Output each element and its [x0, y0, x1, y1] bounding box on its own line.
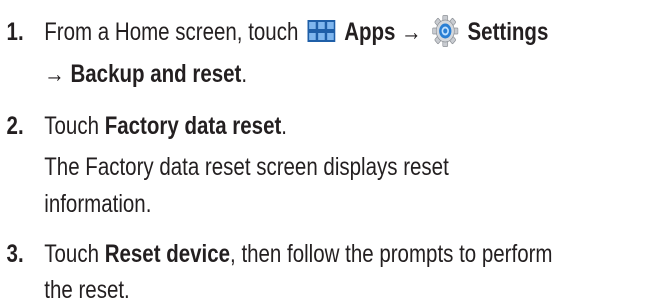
period: . — [241, 60, 248, 88]
reset-device-label: Reset device — [104, 240, 231, 268]
step-3-prefix: Touch — [44, 240, 99, 268]
instruction-document: 1. From a Home screen, touch Apps → Sett… — [0, 0, 667, 308]
step-3-suffix: , then follow the prompts to perform — [230, 240, 553, 268]
apps-grid-icon — [307, 20, 336, 43]
step-number: 2. — [6, 112, 24, 140]
step-1-prefix: From a Home screen, touch — [44, 18, 299, 46]
step-text: From a Home screen, touch Apps → Setting… — [44, 14, 548, 50]
arrow: → — [44, 60, 65, 88]
description-text: information. — [44, 190, 152, 218]
period: . — [281, 112, 287, 140]
factory-data-reset-label: Factory data reset — [104, 112, 282, 140]
step-text: Touch Reset device, then follow the prom… — [44, 236, 552, 272]
settings-gear-icon — [432, 15, 459, 48]
step-text: → Backup and reset. — [44, 56, 247, 92]
step-2-prefix: Touch — [44, 112, 99, 140]
apps-label: Apps → — [344, 18, 422, 46]
settings-label: Settings — [467, 18, 549, 46]
backup-and-reset-label: Backup and reset — [70, 60, 242, 88]
description-text: The Factory data reset screen displays r… — [44, 153, 449, 181]
step-number: 3. — [6, 240, 24, 268]
step-number: 1. — [6, 18, 24, 46]
step-text: the reset. — [44, 276, 130, 304]
step-text: Touch Factory data reset. — [44, 108, 287, 144]
